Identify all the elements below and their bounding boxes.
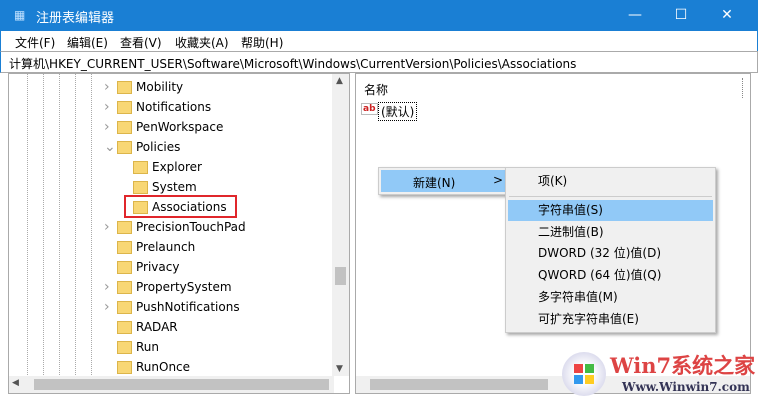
tree-item[interactable]: System bbox=[9, 177, 329, 197]
menu-edit[interactable]: 编辑(E) bbox=[67, 34, 108, 51]
address-bar[interactable]: 计算机\HKEY_CURRENT_USER\Software\Microsoft… bbox=[0, 51, 758, 73]
horizontal-scrollbar[interactable]: ◀ bbox=[9, 376, 334, 393]
watermark-title: Win7系统之家 bbox=[610, 353, 756, 378]
title-bar: ▦ 注册表编辑器 — ☐ ✕ bbox=[0, 0, 758, 31]
scroll-thumb[interactable] bbox=[34, 379, 329, 390]
menu-item-new[interactable]: 新建(N) > bbox=[381, 170, 505, 192]
tree-item-label: Prelaunch bbox=[136, 240, 196, 254]
tree-item[interactable]: › PropertySystem bbox=[9, 277, 329, 297]
folder-icon bbox=[117, 241, 132, 254]
scroll-thumb[interactable] bbox=[370, 379, 548, 390]
folder-icon bbox=[117, 221, 132, 234]
folder-icon bbox=[117, 141, 132, 154]
maximize-button[interactable]: ☐ bbox=[658, 0, 704, 31]
menu-separator bbox=[509, 196, 712, 197]
menu-item-binary-value[interactable]: 二进制值(B) bbox=[506, 222, 715, 243]
watermark-url: Www.Winwin7.com bbox=[622, 380, 750, 394]
folder-icon bbox=[117, 361, 132, 374]
tree-item-label: PropertySystem bbox=[136, 280, 232, 294]
tree-item[interactable]: Prelaunch bbox=[9, 237, 329, 257]
folder-icon bbox=[117, 101, 132, 114]
tree-item-label: PenWorkspace bbox=[136, 120, 224, 134]
tree-item[interactable]: › Mobility bbox=[9, 77, 329, 97]
menu-item-multi-string-value[interactable]: 多字符串值(M) bbox=[506, 287, 715, 308]
menu-item-qword-value[interactable]: QWORD (64 位)值(Q) bbox=[506, 265, 715, 286]
watermark: Win7系统之家 Www.Winwin7.com bbox=[560, 350, 758, 400]
tree-item-label: Run bbox=[136, 340, 160, 354]
string-value-icon: ab bbox=[361, 103, 378, 115]
tree-item-label: PushNotifications bbox=[136, 300, 240, 314]
folder-icon bbox=[117, 341, 132, 354]
menu-bar: 文件(F) 编辑(E) 查看(V) 收藏夹(A) 帮助(H) bbox=[0, 31, 758, 51]
folder-icon bbox=[117, 321, 132, 334]
menu-item-key[interactable]: 项(K) bbox=[506, 171, 715, 192]
tree-item[interactable]: › PushNotifications bbox=[9, 297, 329, 317]
vertical-scrollbar[interactable]: ▲ ▼ bbox=[332, 74, 349, 376]
scroll-left-icon[interactable]: ◀ bbox=[12, 378, 19, 388]
folder-icon bbox=[133, 181, 148, 194]
scroll-down-icon[interactable]: ▼ bbox=[336, 364, 343, 374]
new-submenu: 项(K) 字符串值(S) 二进制值(B) DWORD (32 位)值(D) QW… bbox=[505, 167, 716, 333]
tree-item[interactable]: ⌄ Policies bbox=[9, 137, 329, 157]
scroll-up-icon[interactable]: ▲ bbox=[336, 76, 343, 86]
tree-item-label: RADAR bbox=[136, 320, 178, 334]
windows-logo-icon bbox=[562, 352, 606, 396]
chevron-right-icon[interactable]: › bbox=[104, 297, 110, 317]
minimize-button[interactable]: — bbox=[612, 0, 658, 31]
chevron-right-icon[interactable]: › bbox=[104, 77, 110, 97]
menu-favorites[interactable]: 收藏夹(A) bbox=[175, 34, 229, 51]
tree-item-label: Notifications bbox=[136, 100, 212, 114]
tree-item-label: PrecisionTouchPad bbox=[136, 220, 246, 234]
tree-item-label: Mobility bbox=[136, 80, 184, 94]
value-row-default[interactable]: (默认) bbox=[378, 102, 418, 121]
tree-item[interactable]: › PenWorkspace bbox=[9, 117, 329, 137]
folder-icon bbox=[133, 161, 148, 174]
tree-item[interactable]: Explorer bbox=[9, 157, 329, 177]
scroll-thumb[interactable] bbox=[335, 267, 346, 285]
tree-item-label: System bbox=[152, 180, 197, 194]
menu-view[interactable]: 查看(V) bbox=[120, 34, 162, 51]
tree-item-label: Policies bbox=[136, 140, 181, 154]
chevron-right-icon[interactable]: › bbox=[104, 217, 110, 237]
tree-pane: › Mobility › Notifications › PenWorkspace ⌄ Pol… bbox=[8, 73, 350, 394]
menu-item-string-value[interactable]: 字符串值(S) bbox=[508, 200, 713, 221]
chevron-right-icon[interactable]: › bbox=[104, 277, 110, 297]
tree-item[interactable]: RunOnce bbox=[9, 357, 329, 377]
chevron-right-icon[interactable]: › bbox=[104, 97, 110, 117]
tree-item[interactable]: RADAR bbox=[9, 317, 329, 337]
tree-item-label: Privacy bbox=[136, 260, 180, 274]
chevron-down-icon[interactable]: ⌄ bbox=[104, 137, 116, 157]
tree-item[interactable]: Run bbox=[9, 337, 329, 357]
tree-item-label: Explorer bbox=[152, 160, 202, 174]
menu-item-dword-value[interactable]: DWORD (32 位)值(D) bbox=[506, 243, 715, 264]
menu-help[interactable]: 帮助(H) bbox=[241, 34, 283, 51]
regedit-icon: ▦ bbox=[14, 8, 26, 22]
context-menu: 新建(N) > bbox=[378, 167, 506, 195]
folder-icon bbox=[117, 301, 132, 314]
chevron-right-icon: > bbox=[493, 173, 504, 187]
folder-icon bbox=[117, 261, 132, 274]
close-button[interactable]: ✕ bbox=[704, 0, 750, 31]
window-title: 注册表编辑器 bbox=[36, 11, 115, 26]
tree-item[interactable]: › PrecisionTouchPad bbox=[9, 217, 329, 237]
tree-item-label: RunOnce bbox=[136, 360, 191, 374]
column-header-name[interactable]: 名称 bbox=[364, 81, 388, 98]
folder-icon bbox=[117, 81, 132, 94]
folder-icon bbox=[117, 121, 132, 134]
menu-file[interactable]: 文件(F) bbox=[15, 34, 55, 51]
menu-item-label: 新建(N) bbox=[413, 176, 456, 190]
tree-item[interactable]: Privacy bbox=[9, 257, 329, 277]
selection-highlight-box bbox=[124, 195, 237, 218]
tree-item[interactable]: › Notifications bbox=[9, 97, 329, 117]
folder-icon bbox=[117, 281, 132, 294]
menu-item-expandable-string-value[interactable]: 可扩充字符串值(E) bbox=[506, 309, 715, 330]
chevron-right-icon[interactable]: › bbox=[104, 117, 110, 137]
